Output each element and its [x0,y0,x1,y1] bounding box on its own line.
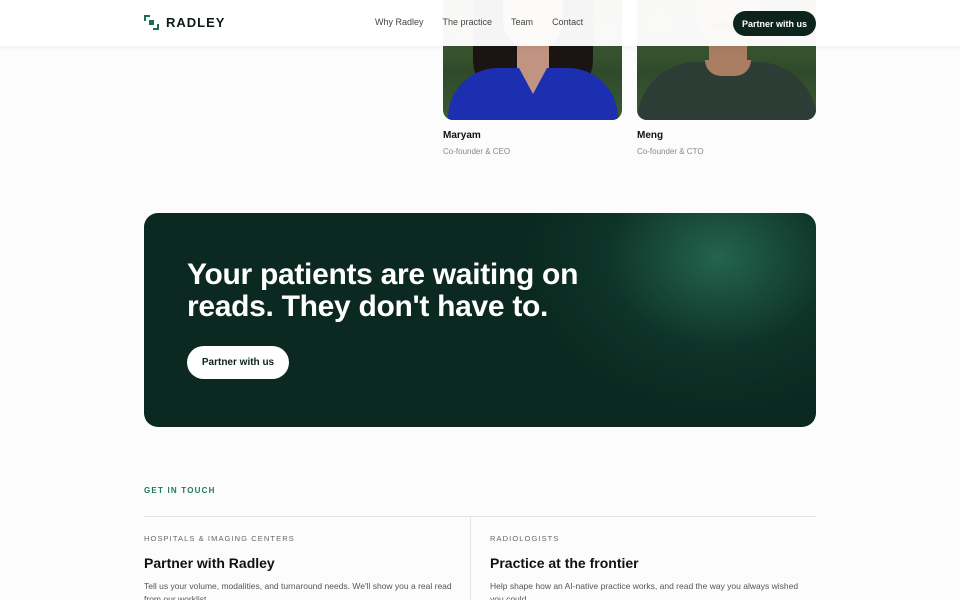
contact-radiologists: RADIOLOGISTS Practice at the frontier He… [490,534,800,600]
contact-label: HOSPITALS & IMAGING CENTERS [144,534,295,543]
nav-contact[interactable]: Contact [552,17,583,27]
team-member-role: Co-founder & CEO [443,147,511,156]
contact-title: Partner with Radley [144,555,275,571]
nav-team[interactable]: Team [511,17,533,27]
logo-icon [144,15,159,30]
cta-banner: Your patients are waiting on reads. They… [144,213,816,427]
team-member-role: Co-founder & CTO [637,147,704,156]
main-nav: Why Radley The practice Team Contact [375,17,602,27]
team-member-name: Meng [637,130,664,141]
logo-text: RADLEY [166,15,226,30]
contact-hospitals: HOSPITALS & IMAGING CENTERS Partner with… [144,534,454,600]
divider [144,516,816,517]
contact-title: Practice at the frontier [490,555,639,571]
header-partner-button[interactable]: Partner with us [733,11,816,36]
cta-partner-button[interactable]: Partner with us [187,346,289,379]
nav-why-radley[interactable]: Why Radley [375,17,424,27]
contact-body: Tell us your volume, modalities, and tur… [144,581,452,600]
nav-the-practice[interactable]: The practice [443,17,493,27]
logo[interactable]: RADLEY [144,15,225,30]
contact-eyebrow: GET IN TOUCH [144,486,216,495]
contact-body: Help shape how an AI-native practice wor… [490,581,799,600]
team-member-name: Maryam [443,130,481,141]
cta-title: Your patients are waiting on reads. They… [187,258,579,323]
column-divider [470,517,471,600]
site-header: RADLEY Why Radley The practice Team Cont… [0,0,960,46]
contact-label: RADIOLOGISTS [490,534,560,543]
